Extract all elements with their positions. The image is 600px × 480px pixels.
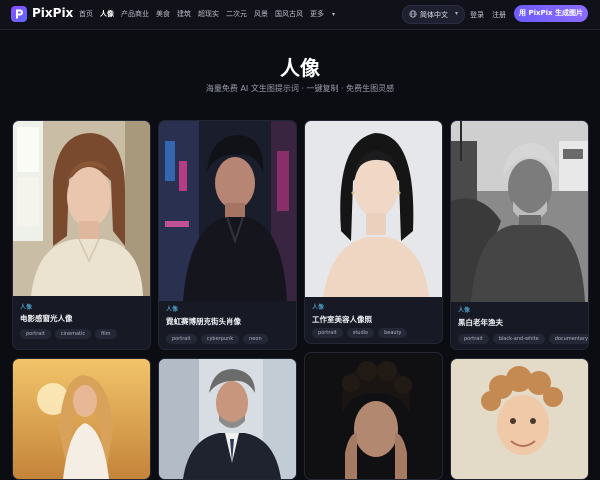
card-image (305, 121, 442, 297)
chevron-down-icon: ▾ (332, 11, 336, 18)
nav-item-chinese-style[interactable]: 国风古风 (275, 9, 303, 19)
login-link[interactable]: 登录 (470, 10, 484, 20)
top-navbar: PixPix 首页 人像 产品商业 美食 建筑 超现实 二次元 风景 国风古风 … (0, 0, 600, 30)
tag-list: portrait black-and-white documentary (458, 334, 588, 344)
nav-item-food[interactable]: 美食 (156, 9, 170, 19)
nav-item-product[interactable]: 产品商业 (121, 9, 149, 19)
prompt-card[interactable]: 人像 霓虹赛博朋克街头肖像 portrait cyberpunk neon (158, 120, 297, 350)
nav-more-label: 更多 (310, 10, 324, 18)
card-title: 电影感窗光人像 (20, 314, 73, 323)
card-title: 霓虹赛博朋克街头肖像 (166, 317, 241, 326)
card-image (159, 359, 296, 479)
nav-item-architecture[interactable]: 建筑 (177, 9, 191, 19)
card-image (13, 121, 150, 296)
prompt-card[interactable] (450, 358, 589, 480)
card-category: 人像 (458, 307, 471, 314)
globe-icon (409, 10, 417, 18)
nav-item-landscape[interactable]: 风景 (254, 9, 268, 19)
prompt-card[interactable] (304, 352, 443, 480)
nav-item-more[interactable]: 更多 ▾ (310, 9, 342, 19)
tag-list: portrait cyberpunk neon (166, 334, 268, 344)
tag[interactable]: neon (243, 334, 268, 344)
card-image (451, 359, 588, 479)
prompt-card[interactable]: 人像 工作室美容人像照 portrait studio beauty (304, 120, 443, 344)
generate-image-button[interactable]: 用 PixPix 生成图片 (514, 5, 588, 22)
tag[interactable]: portrait (458, 334, 489, 344)
prompt-card[interactable] (12, 358, 151, 480)
tag[interactable]: portrait (166, 334, 197, 344)
tag[interactable]: cinematic (54, 329, 92, 339)
chevron-down-icon: ▾ (455, 10, 459, 17)
tag[interactable]: black-and-white (492, 334, 545, 344)
card-image (13, 359, 150, 479)
prompt-card[interactable] (158, 358, 297, 480)
card-category: 人像 (20, 304, 33, 311)
tag[interactable]: beauty (378, 328, 408, 338)
page-subtitle: 海量免费 AI 文生图提示词 · 一键复制 · 免费生图灵感 (205, 84, 395, 93)
tag[interactable]: portrait (20, 329, 51, 339)
tag[interactable]: film (95, 329, 117, 339)
nav-menu: 首页 人像 产品商业 美食 建筑 超现实 二次元 风景 国风古风 更多 ▾ (79, 9, 349, 19)
nav-item-surreal[interactable]: 超现实 (198, 9, 219, 19)
page-title: 人像 (280, 56, 320, 80)
card-image (305, 353, 442, 479)
nav-item-portrait[interactable]: 人像 (100, 9, 114, 19)
prompt-card[interactable]: 人像 黑白老年渔夫 portrait black-and-white docum… (450, 120, 589, 350)
nav-item-anime[interactable]: 二次元 (226, 9, 247, 19)
tag[interactable]: cyberpunk (200, 334, 240, 344)
card-title: 黑白老年渔夫 (458, 318, 503, 327)
card-title: 工作室美容人像照 (312, 315, 372, 324)
language-label: 简体中文 (420, 11, 448, 19)
language-selector[interactable]: 简体中文 ▾ (402, 5, 465, 24)
card-image (451, 121, 588, 302)
tag-list: portrait cinematic film (20, 329, 117, 339)
nav-item-home[interactable]: 首页 (79, 9, 93, 19)
tag-list: portrait studio beauty (312, 328, 408, 338)
tag[interactable]: portrait (312, 328, 343, 338)
card-category: 人像 (166, 306, 179, 313)
tag[interactable]: studio (346, 328, 375, 338)
brand-name[interactable]: PixPix (32, 6, 73, 20)
tag[interactable]: documentary (548, 334, 588, 344)
register-link[interactable]: 注册 (492, 10, 506, 20)
logo-icon[interactable] (11, 6, 27, 22)
prompt-card[interactable]: 人像 电影感窗光人像 portrait cinematic film (12, 120, 151, 350)
card-image (159, 121, 296, 301)
card-category: 人像 (312, 304, 325, 311)
